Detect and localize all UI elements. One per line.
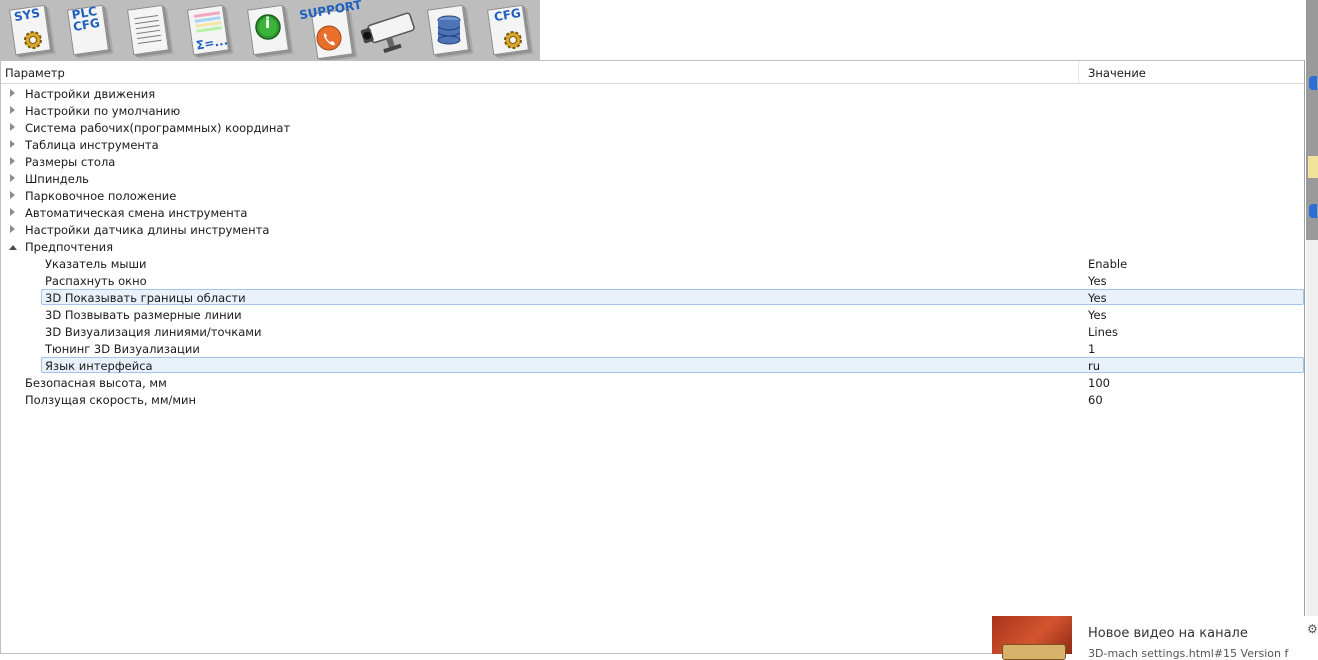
grid-row-value[interactable]: 1 xyxy=(1088,342,1095,356)
table-sheet-icon xyxy=(134,14,162,45)
formula-button[interactable]: Σ=... xyxy=(180,1,240,59)
grid-row-value[interactable]: 100 xyxy=(1088,376,1110,390)
grid-row[interactable]: Предпочтения xyxy=(1,238,1304,255)
security-camera-icon xyxy=(360,12,415,53)
grid-row-label: 3D Визуализация линиями/точками xyxy=(45,325,262,339)
grid-row-label: Парковочное положение xyxy=(25,189,177,203)
folder-icon xyxy=(1308,156,1318,178)
grid-row[interactable]: Таблица инструмента xyxy=(1,136,1304,153)
grid-row-value[interactable]: Enable xyxy=(1088,257,1127,271)
grid-row[interactable]: 3D Визуализация линиями/точками Lines xyxy=(1,323,1304,340)
main-toolbar: SYS PLC CFG Σ=... i SUPPORT CFG xyxy=(0,0,540,60)
camera-button[interactable] xyxy=(360,1,420,59)
property-grid: Параметр Значение Настройки движения Наст… xyxy=(0,60,1305,654)
grid-row[interactable]: Указатель мыши Enable xyxy=(1,255,1304,272)
grid-row[interactable]: Язык интерфейса ru xyxy=(1,357,1304,374)
arrow-icon xyxy=(1309,76,1317,90)
collapsed-arrow-icon[interactable] xyxy=(10,225,15,233)
grid-row-label: Ползущая скорость, мм/мин xyxy=(25,393,197,407)
database-icon xyxy=(437,15,461,45)
grid-row-label: Настройки по умолчанию xyxy=(25,104,181,118)
grid-row[interactable]: Ползущая скорость, мм/мин 60 xyxy=(1,391,1304,408)
grid-row[interactable]: Автоматическая смена инструмента xyxy=(1,204,1304,221)
grid-row-label: 3D Позвывать размерные линии xyxy=(45,308,242,322)
grid-row-label: Размеры стола xyxy=(25,155,116,169)
grid-row-label: Автоматическая смена инструмента xyxy=(25,206,248,220)
grid-row[interactable]: Система рабочих(программных) координат xyxy=(1,119,1304,136)
grid-row-label: Распахнуть окно xyxy=(45,274,147,288)
notification-title: Новое видео на канале xyxy=(1088,626,1248,641)
grid-row[interactable]: Настройки датчика длины инструмента xyxy=(1,221,1304,238)
collapsed-arrow-icon[interactable] xyxy=(10,157,15,165)
collapsed-arrow-icon[interactable] xyxy=(10,174,15,182)
grid-row-value[interactable]: Lines xyxy=(1088,325,1118,339)
grid-row-label: Указатель мыши xyxy=(45,257,147,271)
sys-config-button[interactable]: SYS xyxy=(2,1,62,59)
cfg-button[interactable]: CFG xyxy=(480,1,540,59)
grid-row[interactable]: 3D Позвывать размерные линии Yes xyxy=(1,306,1304,323)
info-button[interactable]: i xyxy=(240,1,300,59)
grid-row-label: Безопасная высота, мм xyxy=(25,376,167,390)
grid-row[interactable]: Распахнуть окно Yes xyxy=(1,272,1304,289)
grid-row-label: 3D Показывать границы области xyxy=(45,291,246,305)
support-button[interactable]: SUPPORT xyxy=(298,0,364,60)
notification-toast[interactable]: Новое видео на канале 3D-mach settings.h… xyxy=(992,616,1318,660)
selection-highlight xyxy=(41,357,1304,373)
report-button[interactable] xyxy=(120,1,180,59)
collapsed-arrow-icon[interactable] xyxy=(10,89,15,97)
plc-config-button[interactable]: PLC CFG xyxy=(60,1,120,59)
grid-row-value[interactable]: Yes xyxy=(1088,291,1107,305)
grid-row[interactable]: Шпиндель xyxy=(1,170,1304,187)
column-divider[interactable] xyxy=(1078,61,1079,83)
grid-row[interactable]: Тюнинг 3D Визуализации 1 xyxy=(1,340,1304,357)
collapsed-arrow-icon[interactable] xyxy=(10,140,15,148)
grid-row-value[interactable]: Yes xyxy=(1088,308,1107,322)
phone-icon xyxy=(316,25,342,51)
grid-row-label: Шпиндель xyxy=(25,172,89,186)
collapsed-arrow-icon[interactable] xyxy=(10,106,15,114)
grid-row-label: Тюнинг 3D Визуализации xyxy=(45,342,200,356)
grid-row[interactable]: 3D Показывать границы области Yes xyxy=(1,289,1304,306)
grid-row-label: Таблица инструмента xyxy=(25,138,159,152)
grid-row[interactable]: Настройки движения xyxy=(1,85,1304,102)
database-button[interactable] xyxy=(420,1,480,59)
collapsed-arrow-icon[interactable] xyxy=(10,208,15,216)
grid-row[interactable]: Безопасная высота, мм 100 xyxy=(1,374,1304,391)
gear-icon xyxy=(504,31,522,49)
grid-row-label: Настройки датчика длины инструмента xyxy=(25,223,270,237)
video-thumbnail[interactable] xyxy=(992,616,1072,660)
grid-row[interactable]: Парковочное положение xyxy=(1,187,1304,204)
grid-row-value[interactable]: Yes xyxy=(1088,274,1107,288)
grid-row-value[interactable]: ru xyxy=(1088,359,1100,373)
grid-header: Параметр Значение xyxy=(1,61,1304,84)
column-header-parameter[interactable]: Параметр xyxy=(5,66,65,80)
grid-row-value[interactable]: 60 xyxy=(1088,393,1103,407)
grid-row-label: Предпочтения xyxy=(25,240,114,254)
gear-icon xyxy=(24,31,42,49)
color-rows-icon xyxy=(193,11,223,33)
settings-gear-icon[interactable]: ⚙ xyxy=(1307,622,1318,636)
grid-row[interactable]: Настройки по умолчанию xyxy=(1,102,1304,119)
arrow-icon xyxy=(1309,204,1317,218)
collapsed-arrow-icon[interactable] xyxy=(10,123,15,131)
collapsed-arrow-icon[interactable] xyxy=(10,191,15,199)
expanded-arrow-icon[interactable] xyxy=(9,245,17,250)
grid-row-label: Система рабочих(программных) координат xyxy=(25,121,291,135)
column-header-value[interactable]: Значение xyxy=(1088,66,1146,80)
grid-row[interactable]: Размеры стола xyxy=(1,153,1304,170)
grid-row-label: Язык интерфейса xyxy=(45,359,153,373)
side-panel-edge xyxy=(1306,0,1318,654)
grid-row-label: Настройки движения xyxy=(25,87,156,101)
